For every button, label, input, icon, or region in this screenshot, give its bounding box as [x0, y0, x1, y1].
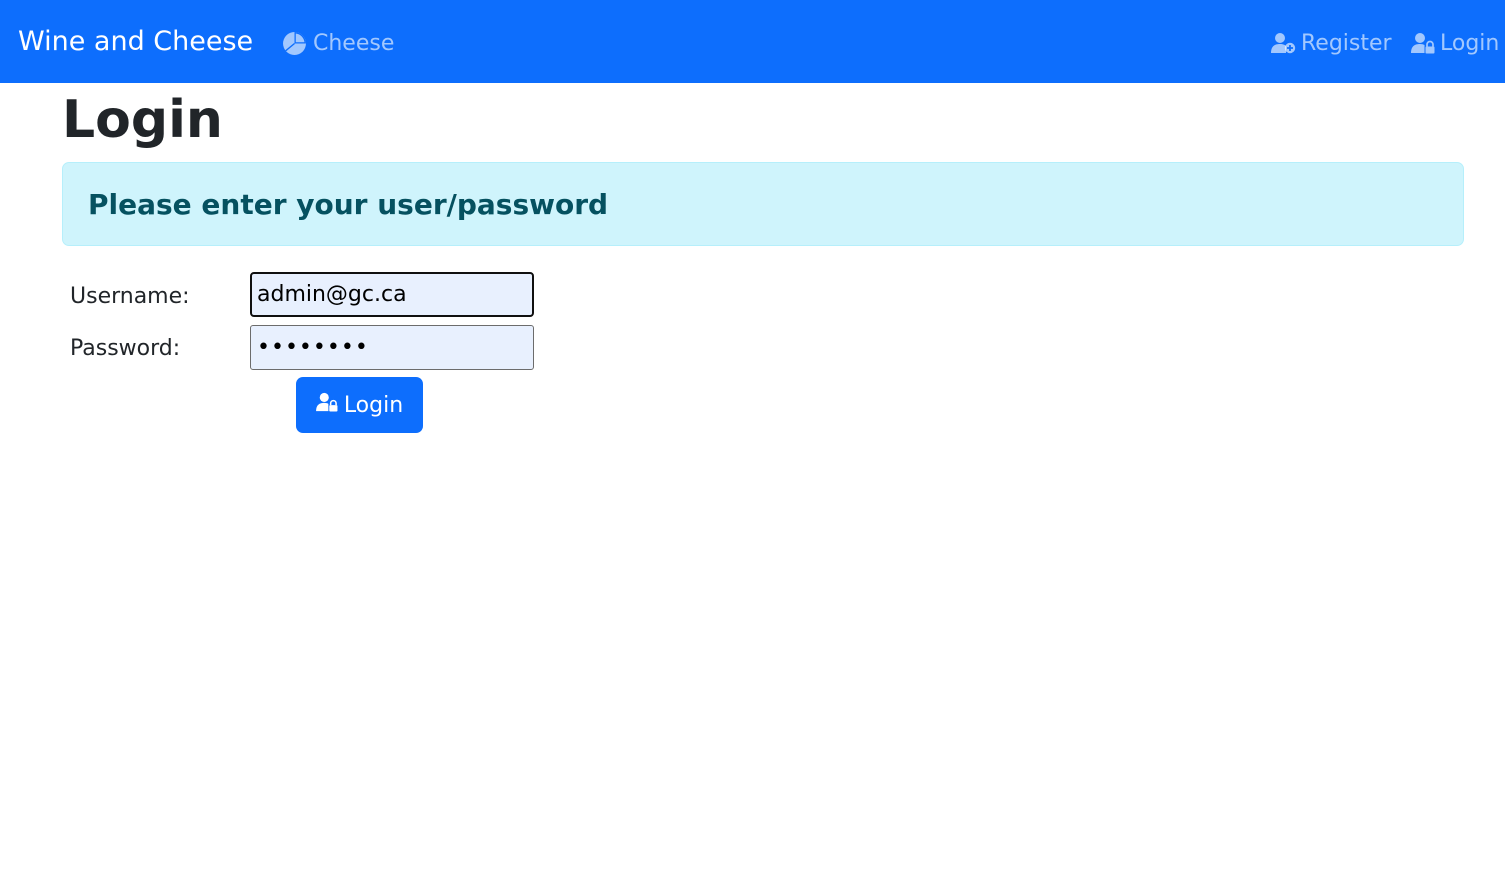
info-alert: Please enter your user/password — [62, 162, 1464, 246]
password-input[interactable] — [250, 325, 534, 370]
alert-message: Please enter your user/password — [88, 188, 609, 221]
top-navbar: Wine and Cheese Cheese Register Login — [0, 0, 1505, 83]
user-lock-icon — [315, 392, 338, 418]
user-lock-icon — [1411, 32, 1435, 54]
nav-link-register-label: Register — [1301, 30, 1392, 56]
nav-link-login[interactable]: Login — [1411, 24, 1499, 62]
nav-link-cheese[interactable]: Cheese — [282, 24, 394, 62]
nav-link-register[interactable]: Register — [1271, 24, 1392, 62]
brand-link[interactable]: Wine and Cheese — [18, 22, 253, 62]
username-label: Username: — [70, 284, 190, 309]
login-submit-button[interactable]: Login — [296, 377, 423, 433]
nav-link-cheese-label: Cheese — [313, 30, 395, 56]
login-submit-label: Login — [343, 392, 404, 418]
nav-link-login-label: Login — [1440, 30, 1500, 56]
pie-chart-icon — [282, 31, 307, 56]
username-input[interactable] — [250, 272, 534, 317]
page-title: Login — [62, 90, 223, 150]
user-plus-icon — [1271, 32, 1296, 54]
password-label: Password: — [70, 336, 181, 361]
